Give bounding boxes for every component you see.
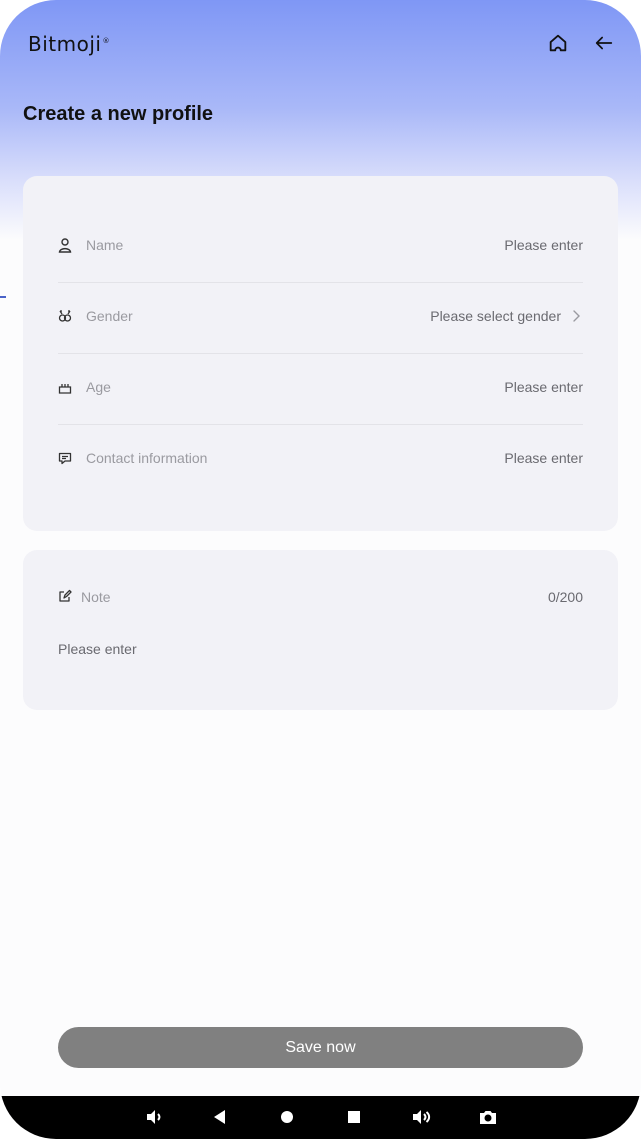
note-char-count: 0/200 [547, 589, 583, 605]
profile-fields-card: Name Please enter Gender Please select g… [23, 176, 618, 531]
edit-icon [59, 589, 72, 602]
note-header: Note 0/200 [58, 588, 583, 608]
back-arrow-icon[interactable] [593, 32, 615, 54]
gender-select[interactable]: Please select gender [430, 308, 561, 324]
gender-icon [58, 310, 72, 322]
home-icon[interactable] [547, 32, 569, 54]
volume-down-icon[interactable] [142, 1105, 166, 1129]
app-screen: Bitmoji® Create a new profile Name Pleas… [0, 0, 641, 1139]
gender-label: Gender [86, 308, 133, 324]
age-field[interactable]: Age Please enter [58, 353, 583, 425]
recents-square-icon[interactable] [342, 1105, 366, 1129]
note-label: Note [81, 589, 111, 605]
note-card: Note 0/200 Please enter [23, 550, 618, 710]
chat-icon [58, 452, 72, 465]
note-textarea[interactable]: Please enter [58, 641, 137, 657]
cake-icon [58, 384, 72, 394]
back-triangle-icon[interactable] [208, 1105, 232, 1129]
contact-input[interactable]: Please enter [504, 450, 583, 466]
age-input[interactable]: Please enter [504, 379, 583, 395]
save-button[interactable]: Save now [58, 1027, 583, 1068]
name-field[interactable]: Name Please enter [58, 211, 583, 283]
app-logo: Bitmoji® [28, 32, 110, 56]
home-circle-icon[interactable] [275, 1105, 299, 1129]
name-label: Name [86, 237, 124, 253]
edge-indicator [0, 296, 6, 298]
contact-label: Contact information [86, 450, 208, 466]
system-nav-bar [0, 1096, 641, 1139]
chevron-right-icon[interactable] [571, 309, 581, 323]
person-icon [58, 238, 72, 253]
name-input[interactable]: Please enter [504, 237, 583, 253]
age-label: Age [86, 379, 111, 395]
page-title: Create a new profile [23, 103, 214, 125]
gender-field[interactable]: Gender Please select gender [58, 282, 583, 354]
volume-up-icon[interactable] [409, 1105, 433, 1129]
contact-field[interactable]: Contact information Please enter [58, 424, 583, 495]
camera-icon[interactable] [476, 1105, 500, 1129]
